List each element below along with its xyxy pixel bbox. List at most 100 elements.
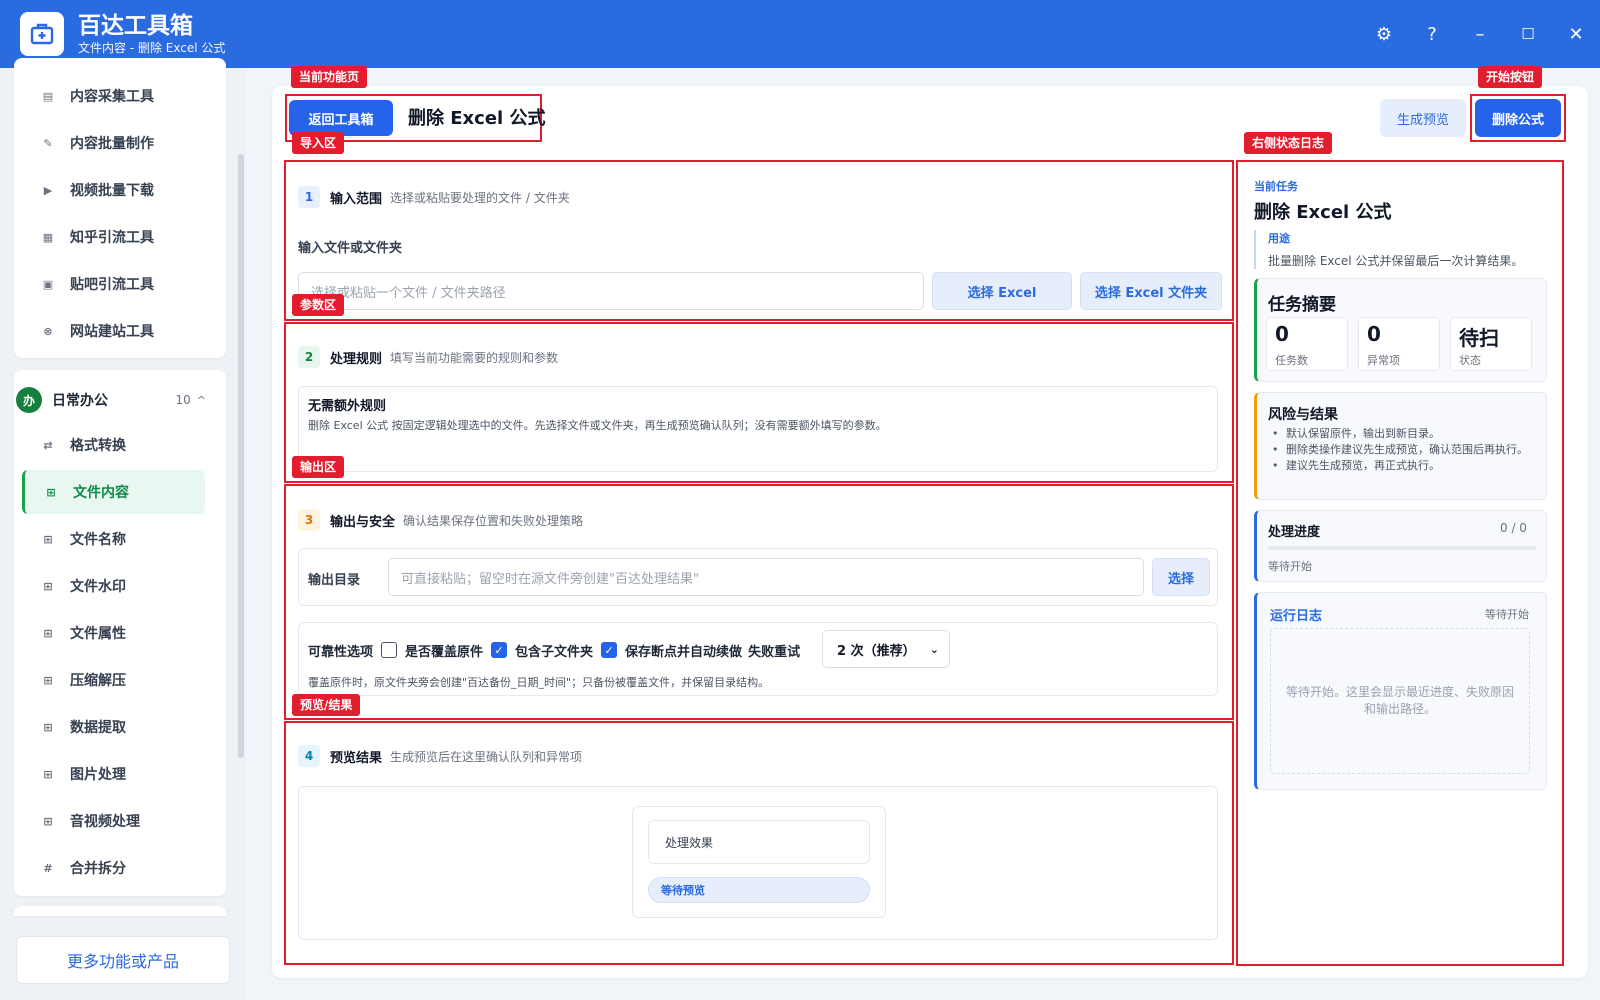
section-number: 2: [298, 346, 320, 368]
select-excel-button[interactable]: 选择 Excel: [932, 272, 1072, 310]
sidebar-item-media[interactable]: ⊞ 音视频处理: [22, 799, 205, 843]
input-path-field[interactable]: 选择或粘贴一个文件 / 文件夹路径: [298, 272, 924, 310]
sidebar-item-file-watermark[interactable]: ⊞ 文件水印: [22, 564, 205, 608]
section-output-header: 3 输出与安全 确认结果保存位置和失败处理策略: [298, 509, 583, 531]
section-number: 4: [298, 745, 320, 767]
grid-icon: ⊞: [43, 532, 53, 546]
stat-task-count: 0 任务数: [1266, 317, 1348, 371]
sidebar-item-file-attributes[interactable]: ⊞ 文件属性: [22, 611, 205, 655]
sidebar-item-compress[interactable]: ⊞ 压缩解压: [22, 658, 205, 702]
section-preview-header: 4 预览结果 生成预览后在这里确认队列和异常项: [298, 745, 582, 767]
sidebar-item-format-convert[interactable]: ⇄ 格式转换: [22, 423, 205, 467]
sidebar-group-daily-office[interactable]: 办 日常办公 10 ^: [16, 380, 212, 420]
annotation-start-button: 开始按钮: [1478, 66, 1543, 88]
stat-status: 待扫 状态: [1450, 317, 1532, 371]
sidebar-item-merge-split[interactable]: # 合并拆分: [22, 846, 205, 890]
grid-icon: ⊞: [43, 673, 53, 687]
effect-label: 处理效果: [648, 820, 870, 864]
task-use: 用途 批量删除 Excel 公式并保留最后一次计算结果。: [1254, 230, 1523, 269]
sidebar-item-file-content[interactable]: ⊞ 文件内容: [22, 470, 205, 514]
output-dir-label: 输出目录: [308, 573, 361, 588]
grid-icon: ⊞: [43, 579, 53, 593]
subfolders-label: 包含子文件夹: [515, 644, 594, 660]
section-title: 输入范围: [330, 191, 383, 207]
section-desc: 确认结果保存位置和失败处理策略: [403, 513, 584, 528]
section-desc: 填写当前功能需要的规则和参数: [390, 350, 559, 365]
overwrite-checkbox[interactable]: [381, 642, 398, 658]
section-title: 处理规则: [330, 351, 383, 367]
grid-icon: ⊞: [46, 485, 56, 499]
sidebar-item-content-collect[interactable]: ▤ 内容采集工具: [22, 74, 205, 118]
chevron-up-icon[interactable]: ^: [197, 394, 206, 407]
risk-item: 默认保留原件，输出到新目录。: [1270, 426, 1532, 442]
sidebar-item-image[interactable]: ⊞ 图片处理: [22, 752, 205, 796]
tieba-icon: ▣: [42, 277, 54, 291]
log-title: 运行日志: [1270, 609, 1323, 624]
progress-value: 0 / 0: [1500, 521, 1527, 535]
annotation-preview-area: 预览/结果: [292, 694, 361, 716]
more-products-button[interactable]: 更多功能或产品: [16, 936, 230, 984]
overwrite-note: 覆盖原件时，原文件夹旁会创建"百达备份_日期_时间"；只备份被覆盖文件，并保留目…: [308, 676, 770, 689]
log-output: 等待开始。这里会显示最近进度、失败原因和输出路径。: [1270, 628, 1530, 774]
remove-formula-button[interactable]: 删除公式: [1475, 99, 1561, 137]
section-number: 3: [298, 509, 320, 531]
output-dir-field[interactable]: 可直接粘贴；留空时在源文件旁创建"百达处理结果": [388, 558, 1144, 596]
sidebar-item-data-extract[interactable]: ⊞ 数据提取: [22, 705, 205, 749]
section-input-header: 1 输入范围 选择或粘贴要处理的文件 / 文件夹: [298, 186, 570, 208]
section-number: 1: [298, 186, 320, 208]
subfolders-checkbox[interactable]: ✓: [491, 642, 508, 658]
section-title: 输出与安全: [330, 514, 396, 530]
section-desc: 选择或粘贴要处理的文件 / 文件夹: [390, 190, 570, 205]
retry-value: 2 次（推荐）: [837, 643, 916, 659]
section-rules-header: 2 处理规则 填写当前功能需要的规则和参数: [298, 346, 558, 368]
risk-item: 删除类操作建议先生成预览，确认范围后再执行。: [1270, 442, 1532, 458]
section-title: 预览结果: [330, 750, 383, 766]
maximize-icon[interactable]: ☐: [1504, 0, 1552, 68]
resume-checkbox[interactable]: ✓: [601, 642, 618, 658]
sidebar-item-website[interactable]: ⊗ 网站建站工具: [22, 309, 205, 353]
back-to-toolbox-button[interactable]: 返回工具箱: [289, 100, 393, 136]
select-output-button[interactable]: 选择: [1152, 558, 1210, 596]
group-badge: 办: [16, 387, 42, 413]
sidebar-item-zhihu[interactable]: ▦ 知乎引流工具: [22, 215, 205, 259]
sidebar-item-file-name[interactable]: ⊞ 文件名称: [22, 517, 205, 561]
minimize-icon[interactable]: –: [1456, 0, 1504, 68]
close-icon[interactable]: ✕: [1552, 0, 1600, 68]
select-excel-folder-button[interactable]: 选择 Excel 文件夹: [1080, 272, 1222, 310]
sidebar-scrollbar[interactable]: [238, 154, 244, 758]
grid-icon: ⊞: [43, 626, 53, 640]
app-subtitle: 文件内容 - 删除 Excel 公式: [78, 41, 226, 55]
section-desc: 生成预览后在这里确认队列和异常项: [390, 749, 583, 764]
sidebar-item-content-batch[interactable]: ✎ 内容批量制作: [22, 121, 205, 165]
input-field-label: 输入文件或文件夹: [298, 241, 403, 256]
risk-item: 建议先生成预览，再正式执行。: [1270, 458, 1532, 474]
group-count: 10: [175, 393, 191, 407]
group-name: 日常办公: [52, 393, 108, 409]
help-icon[interactable]: ?: [1408, 0, 1456, 68]
reliability-options: 可靠性选项 是否覆盖原件 ✓ 包含子文件夹 ✓ 保存断点并自动续做 失败重试: [308, 640, 800, 660]
sidebar-item-tieba[interactable]: ▣ 贴吧引流工具: [22, 262, 205, 306]
retry-select[interactable]: 2 次（推荐） ⌄: [822, 630, 950, 668]
summary-title: 任务摘要: [1268, 295, 1336, 315]
generate-preview-button[interactable]: 生成预览: [1380, 99, 1466, 137]
stat-exceptions: 0 异常项: [1358, 317, 1440, 371]
grid-icon: ⊞: [43, 767, 53, 781]
use-label: 用途: [1268, 232, 1290, 245]
annotation-current-page: 当前功能页: [291, 66, 368, 88]
grid-icon: ⊞: [43, 720, 53, 734]
annotation-right-log: 右侧状态日志: [1244, 132, 1333, 154]
title-bar: 百达工具箱 文件内容 - 删除 Excel 公式 ⚙ ? – ☐ ✕: [0, 0, 1600, 68]
app-logo-icon: [20, 12, 64, 56]
convert-icon: ⇄: [43, 438, 53, 452]
risk-title: 风险与结果: [1268, 407, 1338, 423]
sidebar-item-video-download[interactable]: ▶ 视频批量下载: [22, 168, 205, 212]
current-task-title: 删除 Excel 公式: [1254, 202, 1392, 223]
resume-label: 保存断点并自动续做: [625, 644, 743, 660]
settings-icon[interactable]: ⚙: [1360, 0, 1408, 68]
progress-bar: [1268, 546, 1536, 550]
grid-icon: ⊞: [43, 814, 53, 828]
overwrite-label: 是否覆盖原件: [405, 644, 484, 660]
risk-list: 默认保留原件，输出到新目录。 删除类操作建议先生成预览，确认范围后再执行。 建议…: [1270, 426, 1532, 474]
zhihu-icon: ▦: [42, 230, 54, 244]
retry-label: 失败重试: [748, 644, 801, 660]
